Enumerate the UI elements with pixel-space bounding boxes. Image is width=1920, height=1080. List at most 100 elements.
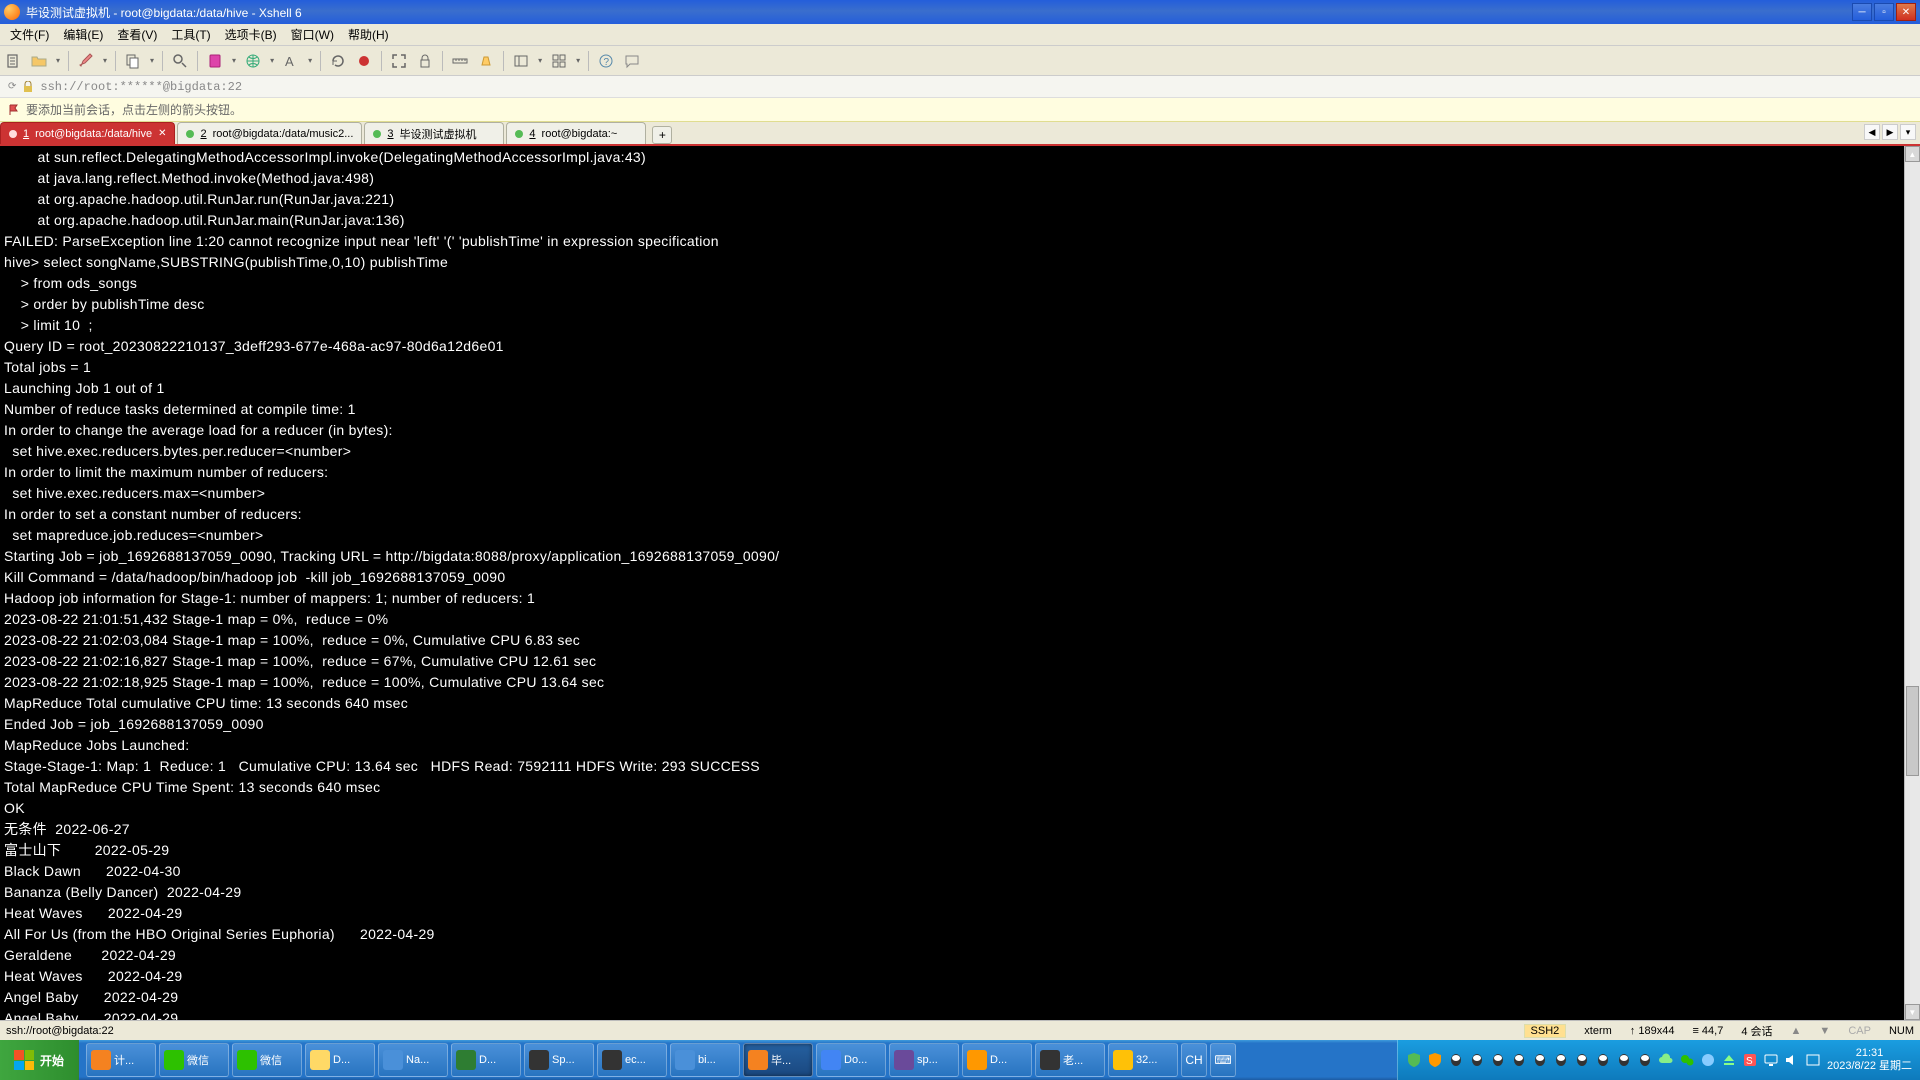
- tray-clock[interactable]: 21:31 2023/8/22 星期二: [1827, 1047, 1912, 1073]
- tray-volume-icon[interactable]: [1784, 1052, 1800, 1068]
- taskbar-item[interactable]: Sp...: [524, 1043, 594, 1077]
- chat-icon[interactable]: [623, 52, 641, 70]
- tab-status-icon: [373, 130, 381, 138]
- scroll-thumb[interactable]: [1906, 686, 1919, 776]
- highlight-icon[interactable]: [477, 52, 495, 70]
- brush-icon[interactable]: [77, 52, 95, 70]
- font-icon[interactable]: A: [282, 52, 300, 70]
- menu-view[interactable]: 查看(V): [111, 24, 163, 45]
- menu-help[interactable]: 帮助(H): [342, 24, 395, 45]
- scroll-down-button[interactable]: ▼: [1905, 1004, 1920, 1020]
- tray-app-icon[interactable]: [1700, 1052, 1716, 1068]
- copy-icon[interactable]: [124, 52, 142, 70]
- tray-qq5-icon[interactable]: [1532, 1052, 1548, 1068]
- ime-indicator[interactable]: ⌨: [1210, 1043, 1236, 1077]
- terminal-output[interactable]: at sun.reflect.DelegatingMethodAccessorI…: [4, 149, 779, 1020]
- scroll-up-button[interactable]: ▲: [1905, 146, 1920, 162]
- tray-qq6-icon[interactable]: [1553, 1052, 1569, 1068]
- status-ssh: SSH2: [1524, 1024, 1567, 1038]
- tab-2[interactable]: 2 root@bigdata:/data/music2...: [177, 122, 362, 144]
- taskbar-item[interactable]: 老...: [1035, 1043, 1105, 1077]
- lang-indicator-ch[interactable]: CH: [1181, 1043, 1207, 1077]
- start-button[interactable]: 开始: [0, 1040, 79, 1080]
- refresh-icon[interactable]: [329, 52, 347, 70]
- search-icon[interactable]: [171, 52, 189, 70]
- menu-file[interactable]: 文件(F): [4, 24, 55, 45]
- grid-icon[interactable]: [550, 52, 568, 70]
- tab-4[interactable]: 4 root@bigdata:~: [506, 122, 646, 144]
- tab-next-button[interactable]: ▶: [1882, 124, 1898, 140]
- status-num: NUM: [1889, 1025, 1914, 1037]
- taskbar-item[interactable]: ec...: [597, 1043, 667, 1077]
- globe-icon[interactable]: [244, 52, 262, 70]
- menu-tab[interactable]: 选项卡(B): [219, 24, 283, 45]
- tray-qq7-icon[interactable]: [1574, 1052, 1590, 1068]
- close-button[interactable]: ✕: [1896, 3, 1916, 21]
- tray-monitor-icon[interactable]: [1763, 1052, 1779, 1068]
- app-icon: [748, 1050, 768, 1070]
- taskbar-item[interactable]: 微信: [159, 1043, 229, 1077]
- tray-shield-icon[interactable]: [1406, 1052, 1422, 1068]
- tray-wechat-icon[interactable]: [1679, 1052, 1695, 1068]
- taskbar-item[interactable]: bi...: [670, 1043, 740, 1077]
- tab-3[interactable]: 3 毕设测试虚拟机: [364, 122, 504, 144]
- tray-qq4-icon[interactable]: [1511, 1052, 1527, 1068]
- tray-action-icon[interactable]: [1805, 1052, 1821, 1068]
- taskbar-item[interactable]: 毕...: [743, 1043, 813, 1077]
- tab-close-icon[interactable]: ✕: [158, 128, 166, 139]
- open-icon[interactable]: [30, 52, 48, 70]
- reconnect-icon[interactable]: ⟳: [8, 81, 16, 92]
- taskbar-item[interactable]: D...: [305, 1043, 375, 1077]
- tray-shield2-icon[interactable]: [1427, 1052, 1443, 1068]
- taskbar-item[interactable]: 微信: [232, 1043, 302, 1077]
- taskbar-item[interactable]: D...: [451, 1043, 521, 1077]
- fullscreen-icon[interactable]: [390, 52, 408, 70]
- taskbar-item[interactable]: Na...: [378, 1043, 448, 1077]
- taskbar-item[interactable]: Do...: [816, 1043, 886, 1077]
- record-icon[interactable]: [355, 52, 373, 70]
- taskbar-item[interactable]: 32...: [1108, 1043, 1178, 1077]
- taskbar-item-label: D...: [333, 1054, 350, 1066]
- paste-icon[interactable]: [206, 52, 224, 70]
- new-icon[interactable]: [4, 52, 22, 70]
- tray-qq2-icon[interactable]: [1469, 1052, 1485, 1068]
- tab-prev-button[interactable]: ◀: [1864, 124, 1880, 140]
- tray-qq10-icon[interactable]: [1637, 1052, 1653, 1068]
- menu-window[interactable]: 窗口(W): [285, 24, 340, 45]
- system-tray: S 21:31 2023/8/22 星期二: [1397, 1040, 1920, 1080]
- tab-label: 毕设测试虚拟机: [400, 126, 477, 142]
- taskbar-item[interactable]: 计...: [86, 1043, 156, 1077]
- tray-qq9-icon[interactable]: [1616, 1052, 1632, 1068]
- tray-qq8-icon[interactable]: [1595, 1052, 1611, 1068]
- nav-up-icon[interactable]: ▲: [1791, 1025, 1802, 1037]
- scrollbar[interactable]: ▲ ▼: [1904, 146, 1920, 1020]
- tray-cloud-icon[interactable]: [1658, 1052, 1674, 1068]
- tab-list-button[interactable]: ▾: [1900, 124, 1916, 140]
- ruler-icon[interactable]: [451, 52, 469, 70]
- taskbar-item[interactable]: D...: [962, 1043, 1032, 1077]
- taskbar-item-label: ec...: [625, 1054, 646, 1066]
- minimize-button[interactable]: ─: [1852, 3, 1872, 21]
- tray-qq3-icon[interactable]: [1490, 1052, 1506, 1068]
- panel-icon[interactable]: [512, 52, 530, 70]
- taskbar-item[interactable]: sp...: [889, 1043, 959, 1077]
- tab-status-icon: [186, 130, 194, 138]
- taskbar: 开始 计...微信微信D...Na...D...Sp...ec...bi...毕…: [0, 1040, 1920, 1080]
- address-text[interactable]: ssh://root:******@bigdata:22: [40, 80, 242, 94]
- terminal[interactable]: at sun.reflect.DelegatingMethodAccessorI…: [0, 146, 1920, 1020]
- tab-1[interactable]: 1 root@bigdata:/data/hive ✕: [0, 122, 175, 144]
- tray-eject-icon[interactable]: [1721, 1052, 1737, 1068]
- taskbar-item-label: 32...: [1136, 1054, 1157, 1066]
- maximize-button[interactable]: ▫: [1874, 3, 1894, 21]
- menu-tools[interactable]: 工具(T): [165, 24, 216, 45]
- separator: [162, 51, 163, 71]
- tray-sogou-icon[interactable]: S: [1742, 1052, 1758, 1068]
- tab-add-button[interactable]: +: [652, 126, 672, 144]
- nav-down-icon[interactable]: ▼: [1819, 1025, 1830, 1037]
- tray-qq-icon[interactable]: [1448, 1052, 1464, 1068]
- menu-edit[interactable]: 编辑(E): [57, 24, 109, 45]
- lock-icon[interactable]: [416, 52, 434, 70]
- help-icon[interactable]: ?: [597, 52, 615, 70]
- prompt-bar: 要添加当前会话，点击左侧的箭头按钮。: [0, 98, 1920, 122]
- tab-status-icon: [9, 130, 17, 138]
